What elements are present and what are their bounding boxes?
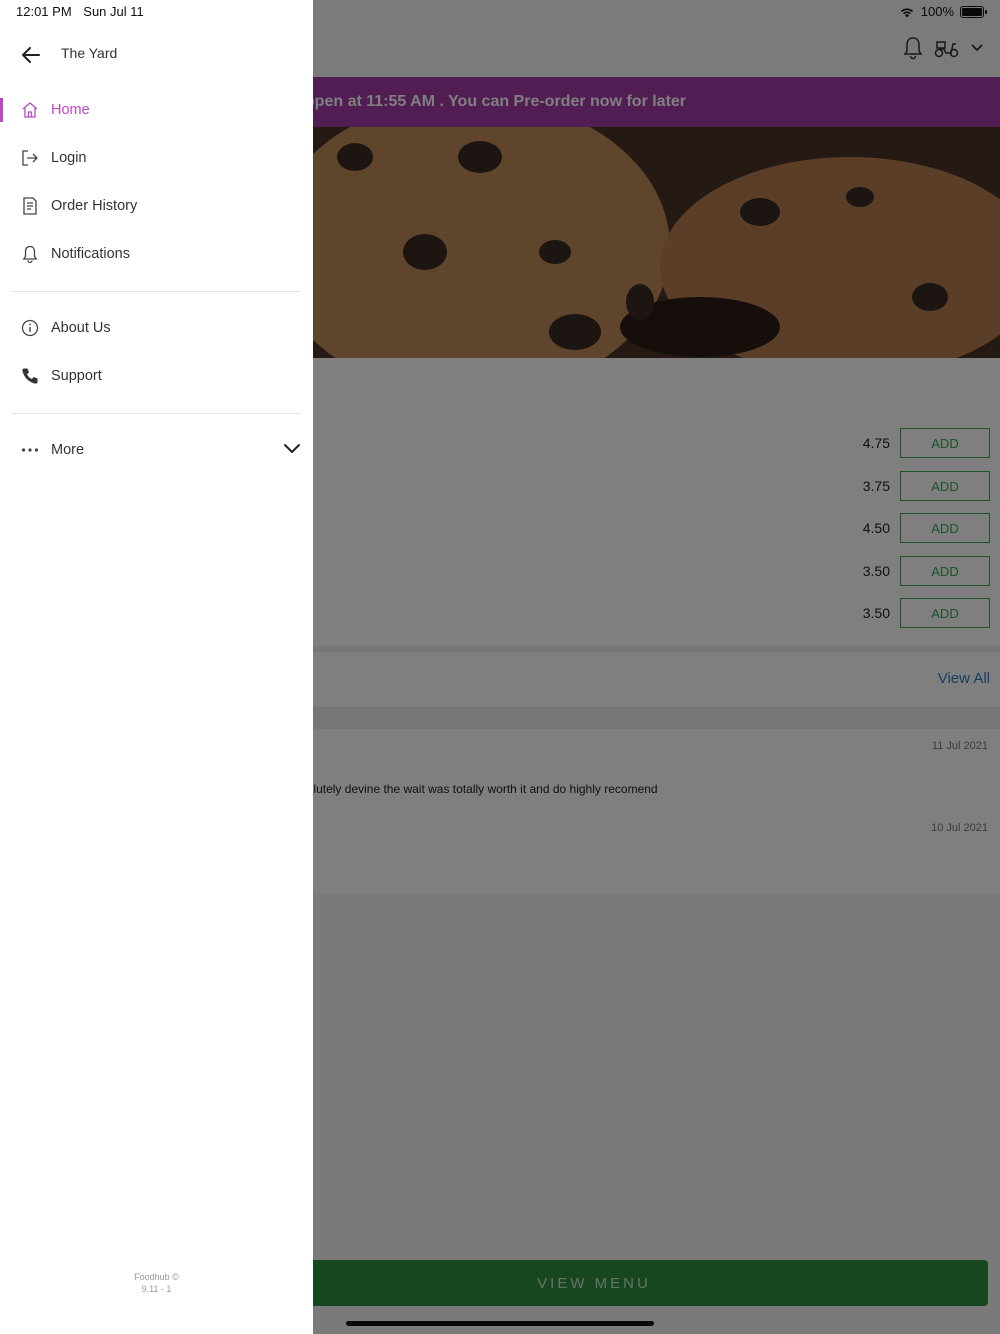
drawer-item-login[interactable]: Login xyxy=(0,134,313,182)
drawer-item-order-history[interactable]: Order History xyxy=(0,182,313,230)
status-date: Sun Jul 11 xyxy=(83,4,144,19)
receipt-icon xyxy=(20,196,40,216)
drawer-item-about-us[interactable]: About Us xyxy=(0,304,313,352)
drawer-footer: Foodhub © 9.11 - 1 xyxy=(0,1271,313,1295)
drawer-item-label: Login xyxy=(51,150,87,166)
drawer-divider xyxy=(12,291,301,292)
status-bar-left: 12:01 PM Sun Jul 11 xyxy=(16,4,152,19)
drawer-item-notifications[interactable]: Notifications xyxy=(0,230,313,278)
phone-icon xyxy=(20,366,40,386)
drawer-item-more[interactable]: More xyxy=(0,426,313,474)
drawer-item-label: Notifications xyxy=(51,246,130,262)
back-arrow-icon[interactable] xyxy=(20,44,42,66)
chevron-down-icon[interactable] xyxy=(283,440,301,458)
drawer-item-home[interactable]: Home xyxy=(0,86,313,134)
drawer-item-label: Support xyxy=(51,368,102,384)
drawer-item-label: Order History xyxy=(51,198,138,214)
footer-version: 9.11 - 1 xyxy=(141,1284,172,1294)
status-time: 12:01 PM xyxy=(16,4,72,19)
drawer-item-label: Home xyxy=(51,102,90,118)
drawer-title: The Yard xyxy=(61,45,118,61)
home-icon xyxy=(20,100,40,120)
bell-icon xyxy=(20,244,40,264)
drawer-divider xyxy=(12,413,301,414)
drawer-item-label: About Us xyxy=(51,320,111,336)
more-dots-icon xyxy=(20,440,40,460)
active-indicator xyxy=(0,98,3,122)
navigation-drawer: 12:01 PM Sun Jul 11 The Yard Home Login xyxy=(0,0,313,1334)
drawer-header: The Yard xyxy=(0,30,313,78)
footer-brand: Foodhub © xyxy=(134,1272,179,1282)
info-icon xyxy=(20,318,40,338)
drawer-item-label: More xyxy=(51,442,85,458)
drawer-item-support[interactable]: Support xyxy=(0,352,313,400)
login-icon xyxy=(20,148,40,168)
